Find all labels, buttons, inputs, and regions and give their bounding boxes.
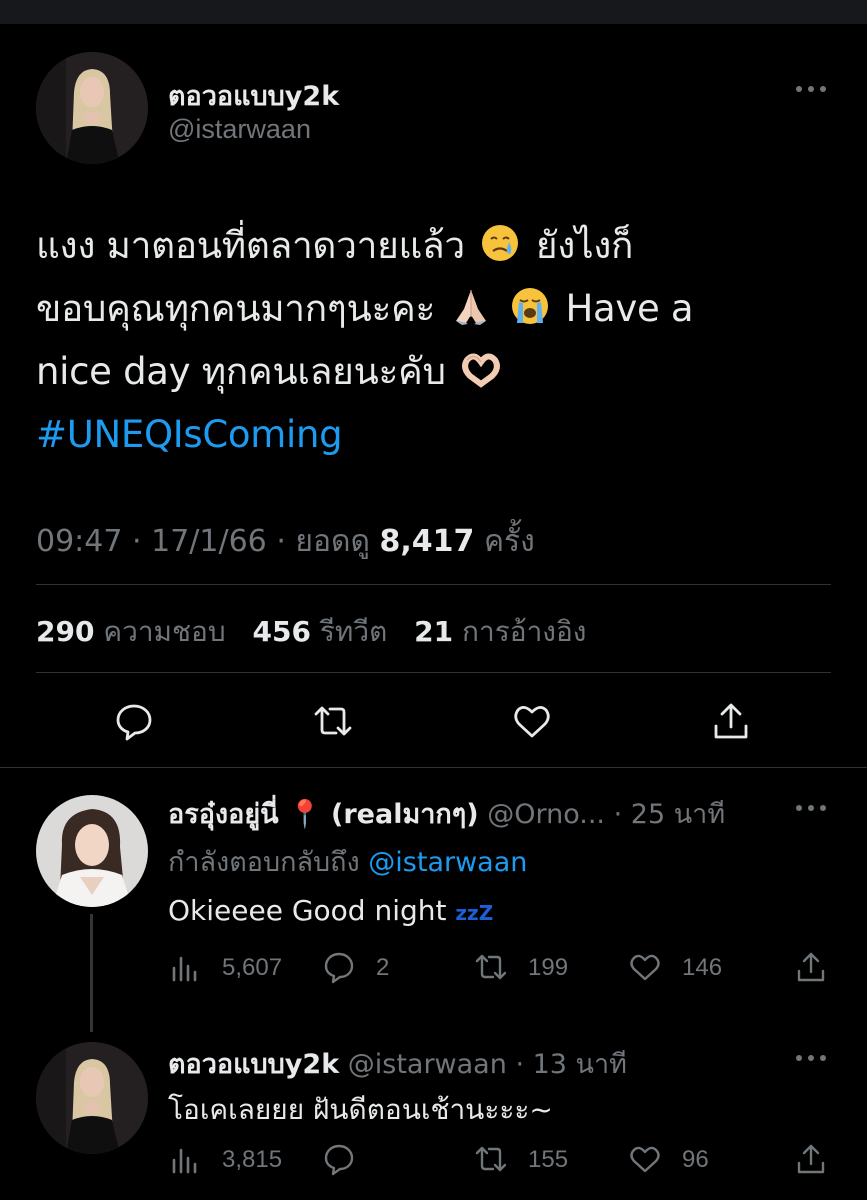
tweet-text-segment: Have a xyxy=(565,287,694,330)
meta-separator: · xyxy=(132,524,142,559)
share-icon[interactable] xyxy=(794,950,828,984)
tweet-text-segment: แงง มาตอนที่ตลาดวายแล้ว xyxy=(36,224,465,267)
tweet-body: แงง มาตอนที่ตลาดวายแล้ว ยังไงก็ ขอบคุณทุ… xyxy=(36,214,836,466)
replying-to-label: กำลังตอบกลับถึง xyxy=(168,847,360,878)
status-bar xyxy=(0,0,867,24)
tweet-text-segment: ยังไงก็ xyxy=(535,224,634,267)
reply-views-count: 5,607 xyxy=(222,954,283,981)
crying-face-emoji-icon xyxy=(479,222,521,264)
reply-retweets-count: 199 xyxy=(528,954,569,981)
author-name[interactable]: ตอวอแบบy2k xyxy=(168,74,339,117)
reply-author-handle[interactable]: @istarwaan xyxy=(348,1049,507,1080)
folded-hands-emoji-icon xyxy=(450,285,492,327)
tweet-text-segment: nice day ทุกคนเลยนะคับ xyxy=(36,350,446,393)
more-options-icon[interactable] xyxy=(794,84,828,94)
tweet-date[interactable]: 17/1/66 xyxy=(151,524,267,559)
engagement-stats: 290 ความชอบ 456 รีทวีต 21 การอ้างอิง xyxy=(36,610,586,654)
reply-retweets-count: 155 xyxy=(528,1146,569,1173)
views-count: 8,417 xyxy=(379,524,475,559)
reply-icon[interactable] xyxy=(322,1142,356,1176)
more-options-icon[interactable] xyxy=(794,1053,828,1063)
tweet-line-1: แงง มาตอนที่ตลาดวายแล้ว ยังไงก็ xyxy=(36,214,836,277)
tweet-text-segment: ขอบคุณทุกคนมากๆนะคะ xyxy=(36,287,436,330)
tweet-time[interactable]: 09:47 xyxy=(36,524,122,559)
reply-author-handle[interactable]: @Orno... xyxy=(487,799,605,830)
reply-author-name[interactable]: ตอวอแบบy2k xyxy=(168,1049,339,1080)
share-icon[interactable] xyxy=(710,700,752,742)
more-options-icon[interactable] xyxy=(794,803,828,813)
likes-count: 290 xyxy=(36,615,95,648)
replying-to-mention[interactable]: @istarwaan xyxy=(368,847,527,878)
reply-time[interactable]: · 13 นาที xyxy=(515,1049,627,1080)
reply-header: อรอุ๋งอยู่นี่ 📍 (realมากๆ) @Orno... · 25… xyxy=(168,792,725,835)
reply-replies-count: 2 xyxy=(376,954,390,981)
divider xyxy=(36,672,831,673)
tweet-meta: 09:47 · 17/1/66 · ยอดดู 8,417 ครั้ง xyxy=(36,518,535,565)
zzz-emoji-icon: zzZ xyxy=(455,901,494,925)
quotes-count: 21 xyxy=(414,615,454,648)
replying-to: กำลังตอบกลับถึง @istarwaan xyxy=(168,840,527,883)
reply-icon[interactable] xyxy=(113,700,155,742)
reply-header: ตอวอแบบy2k @istarwaan · 13 นาที xyxy=(168,1042,627,1085)
retweet-icon[interactable] xyxy=(312,700,354,742)
views-unit: ครั้ง xyxy=(483,524,535,559)
retweet-icon[interactable] xyxy=(474,1142,508,1176)
section-divider xyxy=(0,767,867,768)
reply-likes-count: 146 xyxy=(682,954,723,981)
retweets-label: รีทวีต xyxy=(319,615,388,648)
quotes-label: การอ้างอิง xyxy=(462,615,587,648)
reply-author-avatar[interactable] xyxy=(36,795,148,907)
views-label: ยอดดู xyxy=(295,524,370,559)
likes-stat[interactable]: 290 ความชอบ xyxy=(36,615,226,648)
reply-time[interactable]: · 25 นาที xyxy=(614,799,726,830)
reply-author-avatar[interactable] xyxy=(36,1042,148,1154)
retweets-stat[interactable]: 456 รีทวีต xyxy=(253,615,388,648)
loudly-crying-face-emoji-icon xyxy=(509,285,551,327)
reply-views-count: 3,815 xyxy=(222,1146,283,1173)
reply-text: Okieeee Good night zzZ xyxy=(168,894,493,927)
retweet-icon[interactable] xyxy=(474,950,508,984)
tweet-line-2: ขอบคุณทุกคนมากๆนะคะ Have a xyxy=(36,277,836,340)
views-icon[interactable] xyxy=(168,950,202,984)
author-avatar[interactable] xyxy=(36,52,148,164)
thread-line xyxy=(90,914,93,1032)
hashtag-link[interactable]: #UNEQIsComing xyxy=(36,403,836,466)
heart-hands-emoji-icon xyxy=(460,348,502,390)
tweet-line-3: nice day ทุกคนเลยนะคับ xyxy=(36,340,836,403)
views-icon[interactable] xyxy=(168,1142,202,1176)
retweets-count: 456 xyxy=(252,615,311,648)
reply-text-content: Okieeee Good night xyxy=(168,894,447,927)
reply-icon[interactable] xyxy=(322,950,356,984)
like-icon[interactable] xyxy=(511,700,553,742)
like-icon[interactable] xyxy=(628,1142,662,1176)
divider xyxy=(36,584,831,585)
reply-author-name[interactable]: อรอุ๋งอยู่นี่ 📍 (realมากๆ) xyxy=(168,799,479,830)
like-icon[interactable] xyxy=(628,950,662,984)
reply-likes-count: 96 xyxy=(682,1146,709,1173)
share-icon[interactable] xyxy=(794,1142,828,1176)
reply-text: โอเคเลยยย ฝันดีตอนเช้านะะะ~ xyxy=(168,1093,553,1126)
quotes-stat[interactable]: 21 การอ้างอิง xyxy=(414,615,586,648)
likes-label: ความชอบ xyxy=(103,615,226,648)
meta-separator: · xyxy=(276,524,286,559)
author-handle[interactable]: @istarwaan xyxy=(168,114,311,145)
